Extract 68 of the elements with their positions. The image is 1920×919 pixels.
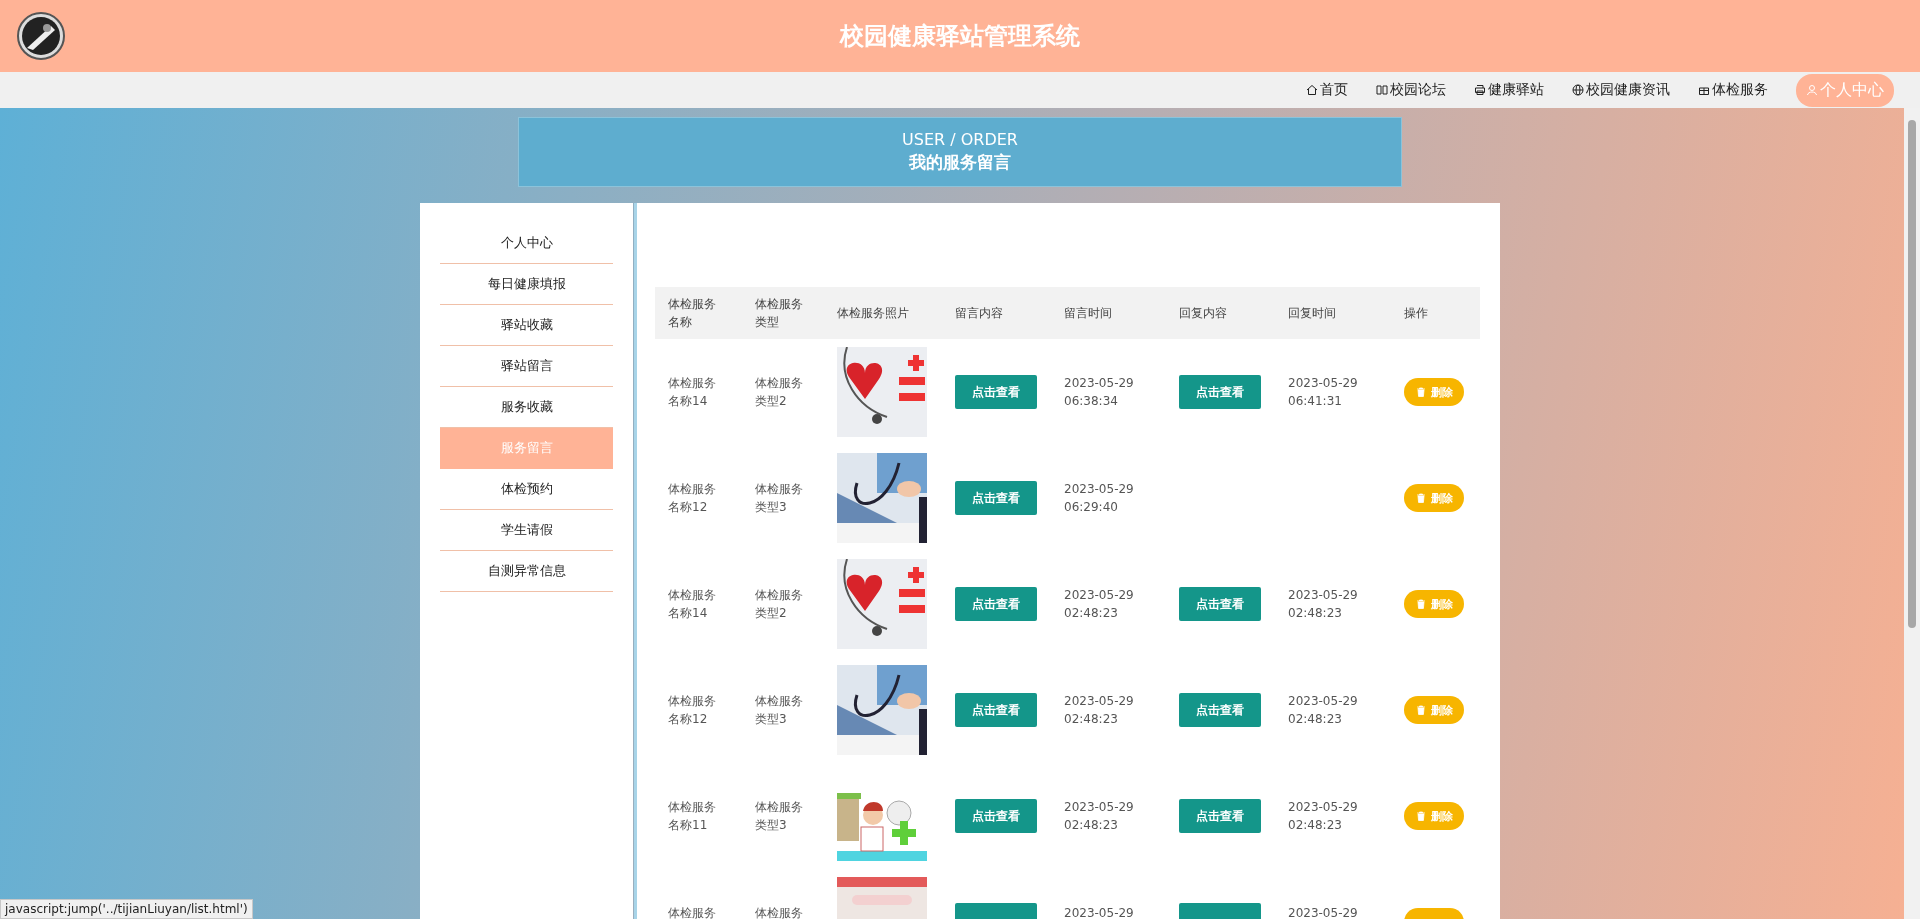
user-icon (1806, 84, 1818, 96)
table-cell-text: 2023-05-29 02:48:23 (1063, 799, 1135, 834)
table-cell-text: 体检服务名称11 (667, 799, 717, 834)
table-cell-text: 2023-05-29 06:41:31 (1287, 375, 1359, 410)
column-header: 体检服务类型 (754, 296, 804, 331)
nav-link[interactable]: 校园健康资讯 (1572, 81, 1670, 99)
table-cell-text: 体检服务 (667, 905, 717, 919)
trash-icon (1415, 493, 1426, 503)
column-header: 操作 (1403, 305, 1429, 322)
table-cell-text: 体检服务名称12 (667, 481, 717, 516)
table-cell-text: 体检服务名称14 (667, 587, 717, 622)
trash-icon (1415, 387, 1426, 397)
table-cell-text: 体检服务类型3 (754, 693, 804, 728)
table-cell-text: 2023-05-29 02:48:23 (1287, 587, 1359, 622)
view-button[interactable]: 点击查看 (955, 799, 1037, 833)
sidebar-item[interactable]: 体检预约 (440, 469, 613, 510)
sidebar-item[interactable]: 每日健康填报 (440, 264, 613, 305)
table-cell-text: 2023-05-29 02:48:23 (1063, 587, 1135, 622)
table-cell-text: 体检服务类型2 (754, 587, 804, 622)
trash-icon (1415, 599, 1426, 609)
view-button[interactable]: 点击查看 (955, 375, 1037, 409)
column-header: 留言时间 (1063, 305, 1113, 322)
column-header: 体检服务照片 (836, 305, 910, 322)
logo-icon (17, 12, 65, 60)
table-cell-text: 2023-05-29 (1287, 905, 1359, 919)
nav-link[interactable]: 首页 (1306, 81, 1348, 99)
globe-icon (1572, 84, 1584, 96)
column-header: 回复时间 (1287, 305, 1337, 322)
banner-title: 我的服务留言 (909, 151, 1011, 174)
sidebar-item[interactable]: 驿站收藏 (440, 305, 613, 346)
table-cell-text: 2023-05-29 02:48:23 (1063, 693, 1135, 728)
sidebar-item[interactable]: 个人中心 (440, 223, 613, 264)
table-cell-text: 2023-05-29 06:29:40 (1063, 481, 1135, 516)
nav-link[interactable]: 健康驿站 (1474, 81, 1544, 99)
column-header: 留言内容 (954, 305, 1004, 322)
scrollbar[interactable] (1904, 108, 1920, 919)
view-button[interactable]: 点击查看 (955, 693, 1037, 727)
column-header: 回复内容 (1178, 305, 1228, 322)
view-button[interactable]: 点击查看 (1179, 693, 1261, 727)
printer-icon (1474, 84, 1486, 96)
table-cell-text: 体检服务名称14 (667, 375, 717, 410)
banner-subtitle: USER / ORDER (902, 130, 1018, 149)
view-button[interactable]: 点击查看 (955, 587, 1037, 621)
view-button[interactable]: 点击查看 (1179, 799, 1261, 833)
view-button[interactable]: 点击查看 (955, 481, 1037, 515)
view-button[interactable]: 点击查看 (1179, 587, 1261, 621)
app-title: 校园健康驿站管理系统 (840, 21, 1080, 52)
table-cell-text: 2023-05-29 02:48:23 (1287, 799, 1359, 834)
sidebar-item[interactable]: 学生请假 (440, 510, 613, 551)
table-cell-text: 2023-05-29 02:48:23 (1287, 693, 1359, 728)
nav-link[interactable]: 体检服务 (1698, 81, 1768, 99)
sidebar-item[interactable]: 自测异常信息 (440, 551, 613, 592)
home-icon (1306, 84, 1318, 96)
sidebar-item[interactable]: 驿站留言 (440, 346, 613, 387)
view-button[interactable]: 点击查看 (1179, 375, 1261, 409)
table-cell-text: 体检服务类型3 (754, 799, 804, 834)
book-icon (1376, 84, 1388, 96)
trash-icon (1415, 811, 1426, 821)
table-cell-text: 体检服务类型3 (754, 481, 804, 516)
table-cell-text: 2023-05-29 06:38:34 (1063, 375, 1135, 410)
table-cell-text: 体检服务名称12 (667, 693, 717, 728)
status-tooltip: javascript:jump('../tijianLiuyan/list.html') (0, 899, 253, 919)
table-cell-text: 2023-05-29 (1063, 905, 1135, 919)
table-cell-text: 体检服务 (754, 905, 804, 919)
trash-icon (1415, 705, 1426, 715)
column-header: 体检服务名称 (667, 296, 717, 331)
table-cell-text: 体检服务类型2 (754, 375, 804, 410)
nav-link[interactable]: 校园论坛 (1376, 81, 1446, 99)
